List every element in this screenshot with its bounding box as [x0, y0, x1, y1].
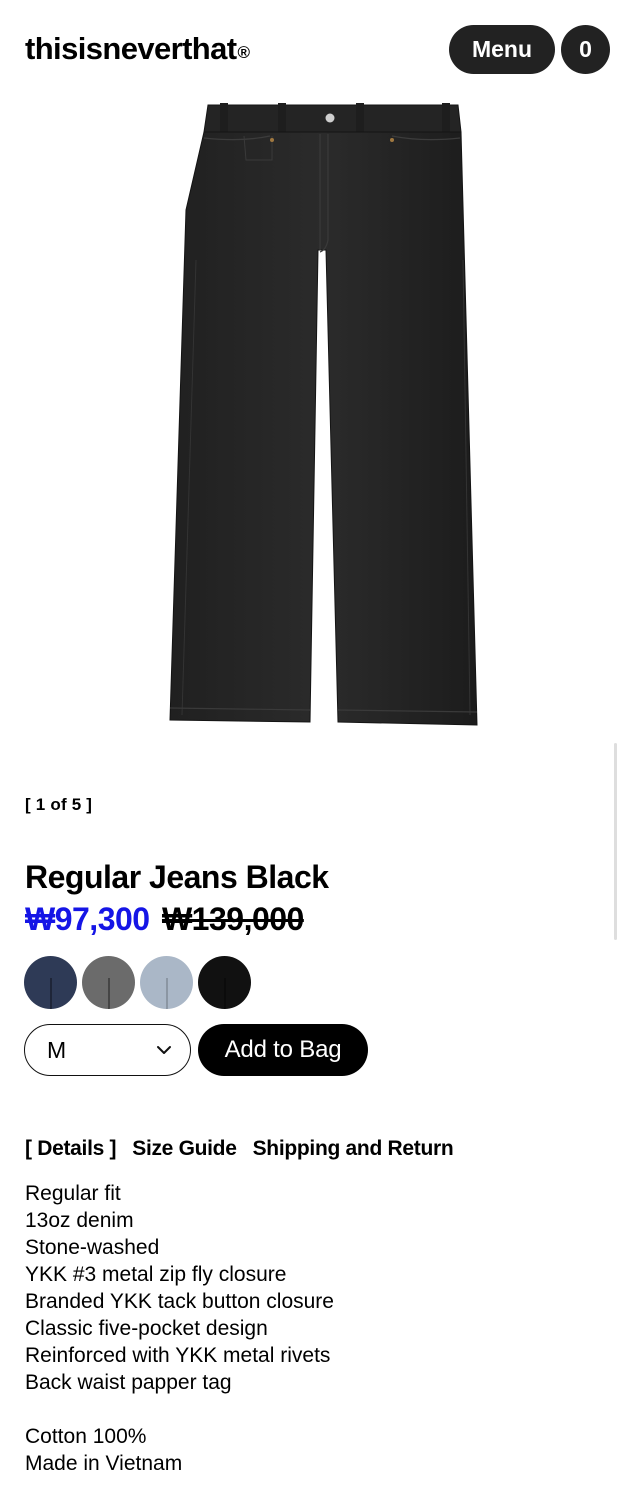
- site-header: thisisneverthat® Menu 0: [0, 0, 634, 100]
- tab-size-guide[interactable]: Size Guide: [132, 1137, 237, 1161]
- original-price: ₩139,000: [161, 901, 304, 937]
- add-to-bag-button[interactable]: Add to Bag: [198, 1024, 368, 1076]
- product-image[interactable]: [160, 100, 485, 730]
- detail-item: Reinforced with YKK metal rivets: [25, 1344, 331, 1367]
- material-text: Cotton 100%: [25, 1425, 147, 1448]
- price-block: ₩97,300 ₩139,000: [25, 898, 304, 940]
- color-swatch-black[interactable]: [198, 956, 251, 1009]
- detail-item: Classic five-pocket design: [25, 1317, 268, 1340]
- product-title: Regular Jeans Black: [25, 859, 329, 895]
- detail-item: Branded YKK tack button closure: [25, 1290, 334, 1313]
- color-swatch-navy[interactable]: [24, 956, 77, 1009]
- detail-spacer: [25, 1396, 334, 1423]
- tab-shipping-return[interactable]: Shipping and Return: [253, 1137, 454, 1161]
- color-swatch-grey[interactable]: [82, 956, 135, 1009]
- sale-price: ₩97,300: [25, 901, 150, 937]
- detail-item: Back waist papper tag: [25, 1371, 232, 1394]
- info-tabs: [ Details ] Size Guide Shipping and Retu…: [25, 1137, 469, 1161]
- detail-item: Regular fit: [25, 1182, 121, 1205]
- chevron-down-icon: [157, 1046, 171, 1054]
- detail-item: YKK #3 metal zip fly closure: [25, 1263, 287, 1286]
- size-select[interactable]: M: [24, 1024, 191, 1076]
- detail-item: 13oz denim: [25, 1209, 134, 1232]
- tab-details[interactable]: [ Details ]: [25, 1137, 117, 1161]
- page-scrollbar[interactable]: [614, 743, 617, 940]
- detail-item: Stone-washed: [25, 1236, 160, 1259]
- details-panel: Regular fit 13oz denim Stone-washed YKK …: [25, 1180, 334, 1477]
- menu-button[interactable]: Menu: [449, 25, 555, 74]
- color-swatches: [24, 956, 251, 1009]
- color-swatch-light-blue[interactable]: [140, 956, 193, 1009]
- registered-mark: ®: [237, 43, 251, 62]
- selected-size: M: [47, 1036, 67, 1063]
- gallery-counter: [ 1 of 5 ]: [25, 795, 93, 814]
- origin-text: Made in Vietnam: [25, 1452, 183, 1475]
- bag-count-button[interactable]: 0: [561, 25, 610, 74]
- brand-logo[interactable]: thisisneverthat®: [25, 30, 250, 72]
